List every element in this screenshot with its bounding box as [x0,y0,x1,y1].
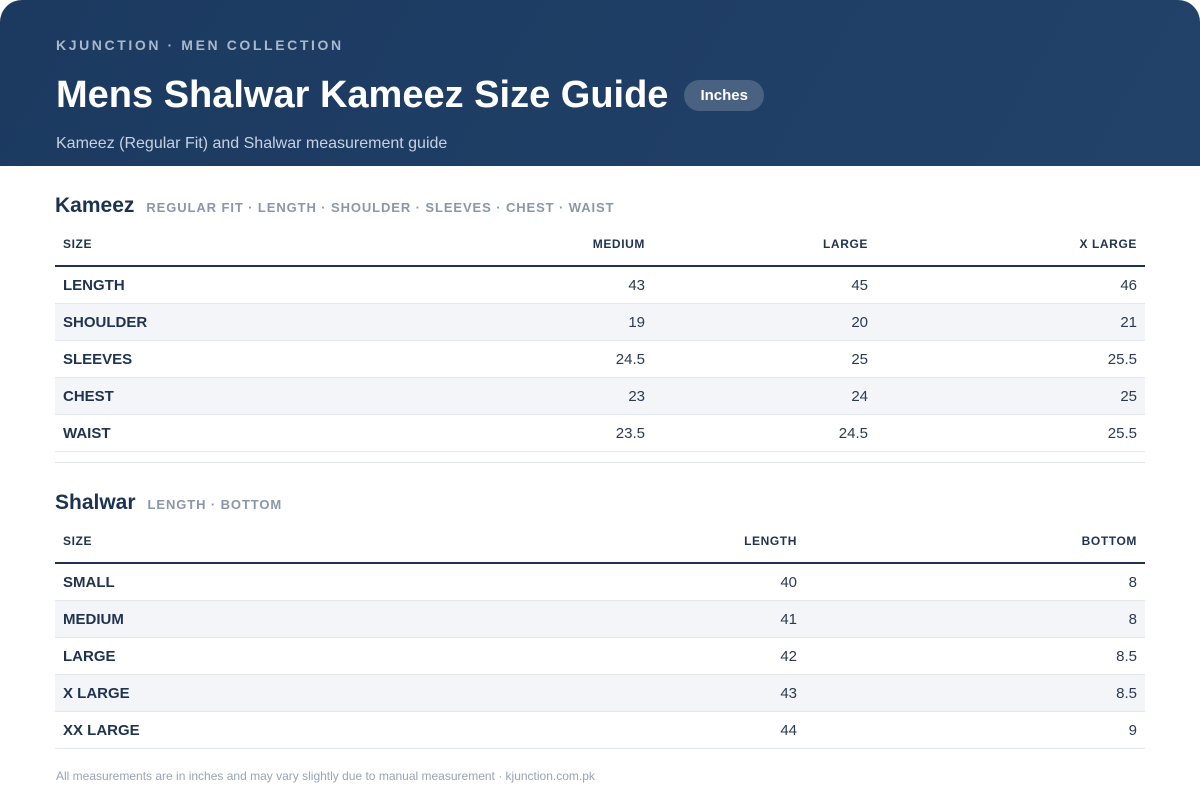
table-cell: 42 [215,637,805,675]
table-row: SHOULDER 19 20 21 [55,303,1145,341]
column-header: LARGE [653,222,876,267]
column-header: SIZE [55,519,215,564]
column-header: BOTTOM [805,519,1145,564]
table-cell: 8 [805,563,1145,601]
kameez-header-row: SIZE MEDIUM LARGE X LARGE [55,222,1145,267]
table-cell: 20 [653,303,876,341]
row-label: LENGTH [55,266,215,304]
table-row: CHEST 23 24 25 [55,377,1145,415]
row-label: X LARGE [55,674,215,712]
table-cell: 8 [805,600,1145,638]
table-row: XX LARGE 44 9 [55,711,1145,749]
page-subtitle: Kameez (Regular Fit) and Shalwar measure… [56,135,448,152]
table-cell: 46 [876,266,1145,304]
kameez-section-header: Kameez REGULAR FIT · LENGTH · SHOULDER ·… [55,194,1145,220]
shalwar-section-title: Shalwar [55,491,136,514]
table-row: SMALL 40 8 [55,563,1145,601]
table-cell: 8.5 [805,637,1145,675]
content-area: Kameez REGULAR FIT · LENGTH · SHOULDER ·… [0,166,1200,749]
page-title: Mens Shalwar Kameez Size Guide [56,73,669,116]
table-cell: 9 [805,711,1145,749]
row-label: LARGE [55,637,215,675]
shalwar-header-row: SIZE LENGTH BOTTOM [55,519,1145,564]
shalwar-section-header: Shalwar LENGTH · BOTTOM [55,491,1145,517]
title-row: Mens Shalwar Kameez Size Guide Inches [56,65,1144,125]
table-row: WAIST 23.5 24.5 25.5 [55,414,1145,452]
table-cell: 25.5 [876,340,1145,378]
column-header: X LARGE [876,222,1145,267]
table-cell: 25 [653,340,876,378]
table-cell: 25 [876,377,1145,415]
table-cell: 24.5 [215,340,653,378]
row-label: CHEST [55,377,215,415]
table-cell: 45 [653,266,876,304]
table-row: LENGTH 43 45 46 [55,266,1145,304]
kameez-table: SIZE MEDIUM LARGE X LARGE LENGTH 43 45 4… [55,222,1145,452]
table-cell: 24.5 [653,414,876,452]
unit-badge: Inches [684,79,764,111]
table-cell: 40 [215,563,805,601]
header-banner: KJUNCTION · MEN COLLECTION Mens Shalwar … [0,0,1200,166]
footer-note: All measurements are in inches and may v… [56,769,595,783]
table-row: SLEEVES 24.5 25 25.5 [55,340,1145,378]
shalwar-section-tags: LENGTH · BOTTOM [147,497,283,512]
table-cell: 41 [215,600,805,638]
table-cell: 23 [215,377,653,415]
kameez-section-title: Kameez [55,194,135,217]
table-cell: 23.5 [215,414,653,452]
kameez-section-tags: REGULAR FIT · LENGTH · SHOULDER · SLEEVE… [146,200,615,215]
table-row: LARGE 42 8.5 [55,637,1145,675]
table-cell: 19 [215,303,653,341]
table-cell: 21 [876,303,1145,341]
brand-eyebrow: KJUNCTION · MEN COLLECTION [56,37,344,53]
table-row: MEDIUM 41 8 [55,600,1145,638]
table-cell: 24 [653,377,876,415]
table-cell: 43 [215,674,805,712]
row-label: SMALL [55,563,215,601]
table-cell: 8.5 [805,674,1145,712]
shalwar-section: Shalwar LENGTH · BOTTOM SIZE LENGTH BOTT… [55,463,1145,749]
row-label: SLEEVES [55,340,215,378]
table-cell: 25.5 [876,414,1145,452]
column-header: LENGTH [215,519,805,564]
size-guide-card: KJUNCTION · MEN COLLECTION Mens Shalwar … [0,0,1200,812]
row-label: MEDIUM [55,600,215,638]
column-header: MEDIUM [215,222,653,267]
row-label: WAIST [55,414,215,452]
row-label: XX LARGE [55,711,215,749]
kameez-section: Kameez REGULAR FIT · LENGTH · SHOULDER ·… [55,166,1145,463]
table-row: X LARGE 43 8.5 [55,674,1145,712]
table-cell: 43 [215,266,653,304]
shalwar-table: SIZE LENGTH BOTTOM SMALL 40 8 MEDIUM 41 … [55,519,1145,749]
row-label: SHOULDER [55,303,215,341]
column-header: SIZE [55,222,215,267]
table-cell: 44 [215,711,805,749]
